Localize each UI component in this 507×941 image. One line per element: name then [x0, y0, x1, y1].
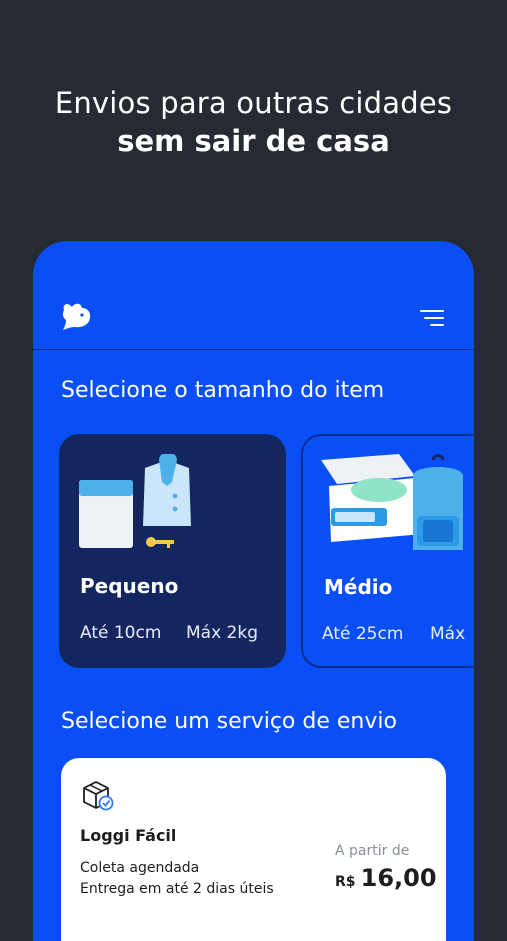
- rabbit-logo-icon: [62, 303, 91, 330]
- service-section-title: Selecione um serviço de envio: [61, 709, 397, 734]
- headline-line-1: Envios para outras cidades: [54, 86, 453, 120]
- price-currency: R$: [335, 874, 356, 890]
- headline-line-2: sem sair de casa: [117, 124, 390, 158]
- service-card-loggi-facil[interactable]: Loggi Fácil Coleta agendada Entrega em a…: [61, 758, 446, 941]
- size-name: Médio: [324, 575, 393, 599]
- envelope-shirt-key-illustration: [79, 454, 191, 548]
- size-card-medium[interactable]: Médio Até 25cm Máx: [301, 434, 474, 668]
- size-max-dimension: Até 25cm: [322, 624, 404, 644]
- price-amount: 16,00: [360, 864, 437, 892]
- size-name: Pequeno: [80, 574, 179, 598]
- size-card-small[interactable]: Pequeno Até 10cm Máx 2kg: [59, 434, 286, 668]
- size-section-title: Selecione o tamanho do item: [61, 378, 385, 403]
- price-prefix: A partir de: [335, 843, 410, 859]
- size-max-weight: Máx: [430, 624, 466, 644]
- size-max-dimension: Até 10cm: [80, 623, 162, 643]
- package-check-icon: [83, 781, 114, 811]
- size-max-weight: Máx 2kg: [186, 623, 259, 643]
- app-preview: Selecione o tamanho do item Pequeno Até …: [33, 241, 474, 941]
- headline: Envios para outras cidades sem sair de c…: [0, 84, 507, 160]
- service-delivery-info: Entrega em até 2 dias úteis: [80, 881, 274, 897]
- service-name: Loggi Fácil: [80, 826, 177, 845]
- header-divider: [33, 349, 474, 350]
- menu-icon[interactable]: [418, 308, 444, 328]
- service-price: R$ 16,00: [335, 864, 437, 892]
- box-backpack-illustration: [321, 454, 463, 550]
- service-pickup-info: Coleta agendada: [80, 860, 200, 876]
